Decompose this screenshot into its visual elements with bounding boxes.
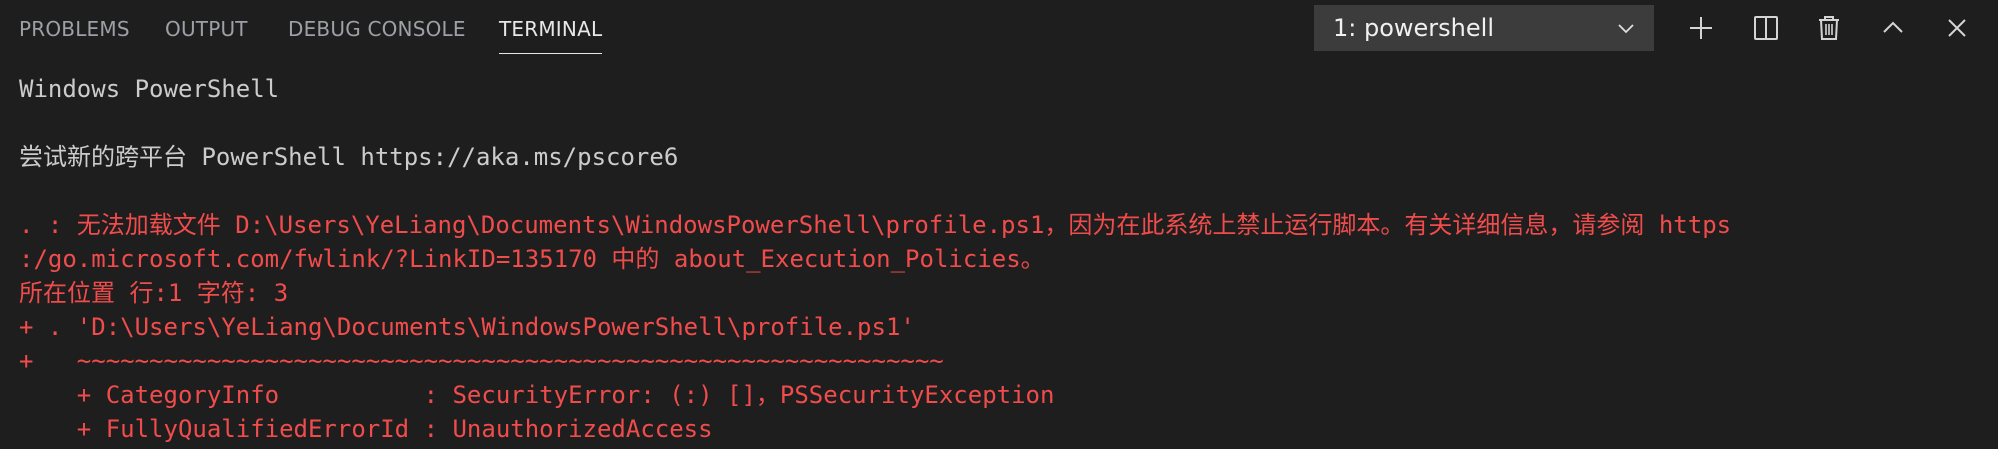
terminal-line: 所在位置 行:1 字符: 3: [19, 279, 289, 307]
tab-debug-console[interactable]: DEBUG CONSOLE: [288, 14, 466, 44]
terminal-line: :/go.microsoft.com/fwlink/?LinkID=135170…: [19, 245, 1045, 273]
split-terminal-button[interactable]: [1749, 11, 1783, 45]
tab-problems[interactable]: PROBLEMS: [19, 14, 130, 44]
chevron-down-icon: [1618, 24, 1634, 34]
terminal-line: + . 'D:\Users\YeLiang\Documents\WindowsP…: [19, 313, 915, 341]
panel-header: PROBLEMS OUTPUT DEBUG CONSOLE TERMINAL 1…: [0, 0, 1998, 56]
close-panel-button[interactable]: [1940, 11, 1974, 45]
terminal-line: Windows PowerShell: [19, 75, 280, 103]
trash-icon: [1819, 16, 1839, 40]
terminal-select-value: 1: powershell: [1333, 14, 1494, 42]
split-icon: [1754, 16, 1778, 40]
close-icon: [1948, 19, 1966, 37]
terminal-line: + CategoryInfo : SecurityError: (:) []，P…: [19, 381, 1055, 409]
terminal-output[interactable]: Windows PowerShell 尝试新的跨平台 PowerShell ht…: [0, 56, 1998, 449]
tab-output[interactable]: OUTPUT: [165, 14, 248, 44]
terminal-line: + FullyQualifiedErrorId : UnauthorizedAc…: [19, 415, 713, 443]
chevron-up-icon: [1883, 21, 1903, 33]
tab-terminal[interactable]: TERMINAL: [499, 14, 603, 54]
terminal-select[interactable]: 1: powershell: [1314, 5, 1654, 51]
terminal-line: 尝试新的跨平台 PowerShell https://aka.ms/pscore…: [19, 143, 679, 171]
plus-icon: [1690, 17, 1712, 39]
kill-terminal-button[interactable]: [1812, 11, 1846, 45]
terminal-line: . : 无法加载文件 D:\Users\YeLiang\Documents\Wi…: [19, 211, 1732, 239]
maximize-panel-button[interactable]: [1876, 11, 1910, 45]
new-terminal-button[interactable]: [1684, 11, 1718, 45]
terminal-line: + ~~~~~~~~~~~~~~~~~~~~~~~~~~~~~~~~~~~~~~…: [19, 347, 944, 375]
